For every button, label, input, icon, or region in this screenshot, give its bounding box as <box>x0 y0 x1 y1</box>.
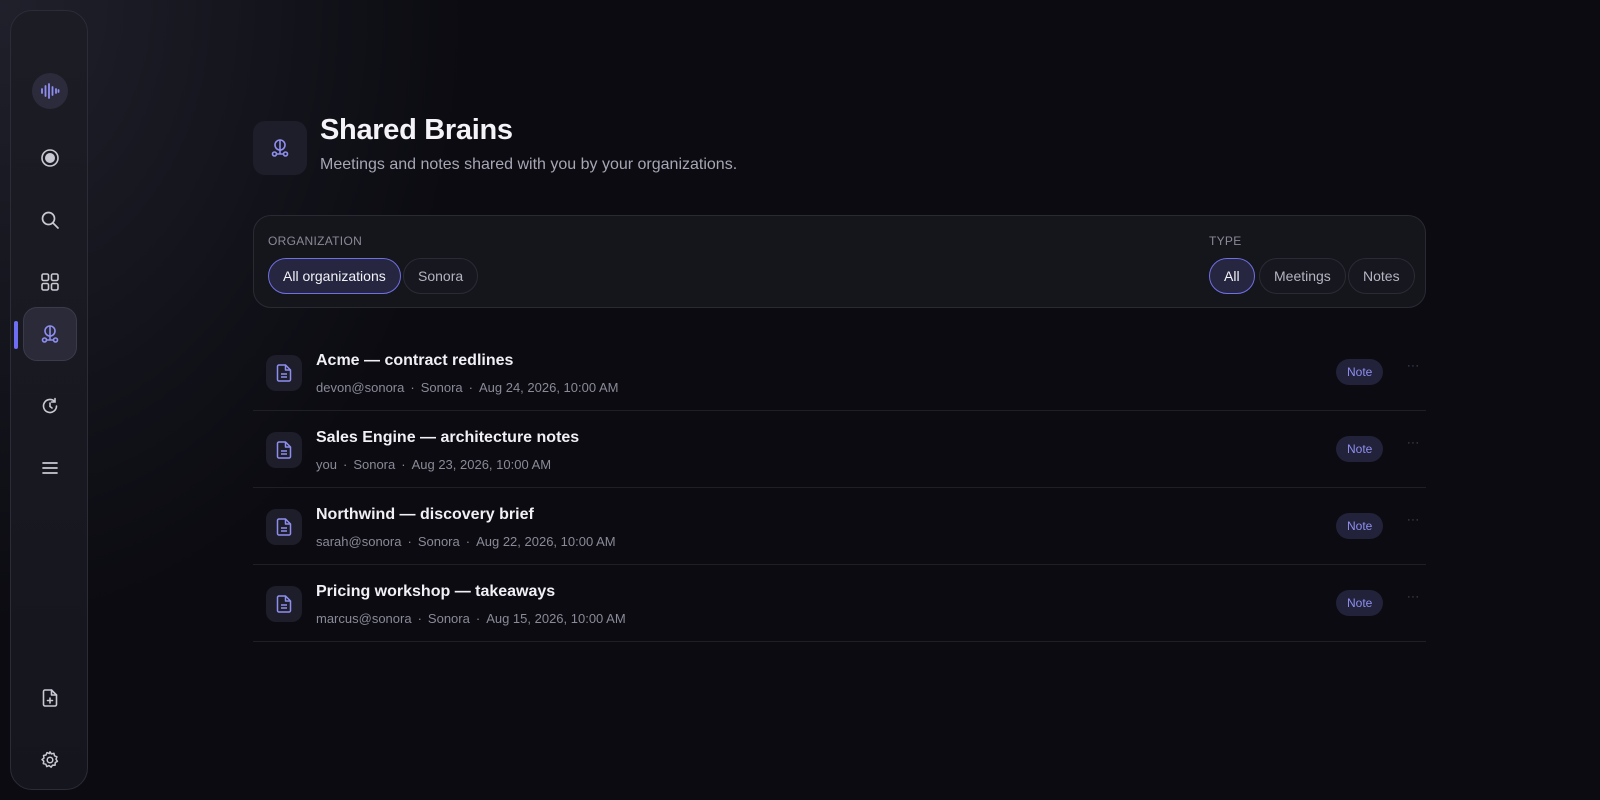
list-item[interactable]: Northwind — discovery brief sarah@sonora… <box>253 488 1426 565</box>
item-title[interactable]: Pricing workshop — takeaways <box>316 583 555 601</box>
list-item[interactable]: Sales Engine — architecture notes you · So… <box>253 411 1426 488</box>
item-author: devon@sonora <box>316 380 405 395</box>
more-options-button[interactable]: ··· <box>1407 514 1420 526</box>
nav-new-file[interactable] <box>23 671 77 725</box>
item-org: Sonora <box>420 380 463 395</box>
document-icon <box>266 355 302 391</box>
item-title[interactable]: Acme — contract redlines <box>316 352 513 370</box>
more-options-button[interactable]: ··· <box>1407 591 1420 603</box>
more-options-button[interactable]: ··· <box>1407 437 1420 449</box>
nav-shared-brains[interactable] <box>23 307 77 361</box>
grid-icon <box>41 273 59 291</box>
type-badge: Note <box>1336 513 1384 539</box>
type-filter-label: TYPE <box>1209 234 1242 248</box>
nav-settings[interactable] <box>23 733 77 787</box>
nav-menu[interactable] <box>23 441 77 495</box>
type-badge: Note <box>1336 590 1384 616</box>
item-author: you <box>316 457 337 472</box>
item-meta: sarah@sonora · Sonora · Aug 22, 2026, 10:00 … <box>316 534 616 549</box>
item-date: Aug 24, 2026, 10:00 AM <box>478 380 619 395</box>
item-title[interactable]: Sales Engine — architecture notes <box>316 429 579 447</box>
shared-brains-icon <box>271 139 289 157</box>
nav-refresh[interactable] <box>23 379 77 433</box>
record-icon <box>41 149 59 167</box>
sidebar <box>10 10 88 790</box>
filter-type-notes[interactable]: Notes <box>1348 258 1415 294</box>
item-date: Aug 23, 2026, 10:00 AM <box>411 457 552 472</box>
item-org: Sonora <box>427 611 470 626</box>
item-author: sarah@sonora <box>316 534 402 549</box>
document-icon <box>266 432 302 468</box>
search-icon <box>41 211 59 229</box>
document-icon <box>266 509 302 545</box>
item-meta: you · Sonora · Aug 23, 2026, 10:00 AM <box>316 457 552 472</box>
filter-panel: ORGANIZATION All organizations Sonora TY… <box>253 215 1426 308</box>
item-meta: marcus@sonora · Sonora · Aug 15, 2026, 10:00… <box>316 611 626 626</box>
list-item[interactable]: Pricing workshop — takeaways marcus@sono… <box>253 565 1426 642</box>
type-badge: Note <box>1336 359 1384 385</box>
nav-record[interactable] <box>23 131 77 185</box>
audio-wave-icon <box>41 83 60 99</box>
item-author: marcus@sonora <box>316 611 412 626</box>
filter-org-all[interactable]: All organizations <box>268 258 401 294</box>
filter-type-meetings[interactable]: Meetings <box>1259 258 1346 294</box>
nav-grid[interactable] <box>23 255 77 309</box>
list-item[interactable]: Acme — contract redlines devon@sonora · So… <box>253 334 1426 411</box>
shared-brains-header-icon <box>253 121 307 175</box>
item-title[interactable]: Northwind — discovery brief <box>316 506 534 524</box>
nav-search[interactable] <box>23 193 77 247</box>
menu-icon <box>42 462 58 474</box>
document-icon <box>266 586 302 622</box>
organization-filter-label: ORGANIZATION <box>268 234 363 248</box>
item-date: Aug 15, 2026, 10:00 AM <box>486 611 626 626</box>
page-title: Shared Brains <box>320 114 513 146</box>
settings-icon <box>41 751 59 768</box>
refresh-icon <box>42 397 58 414</box>
filter-org-sonora[interactable]: Sonora <box>403 258 479 294</box>
new-file-icon <box>42 689 58 707</box>
page-subtitle: Meetings and notes shared with you by yo… <box>320 156 738 173</box>
filter-type-all[interactable]: All <box>1209 258 1255 294</box>
more-options-button[interactable]: ··· <box>1407 360 1420 372</box>
item-org: Sonora <box>353 457 396 472</box>
app-logo[interactable] <box>32 73 68 109</box>
item-date: Aug 22, 2026, 10:00 AM <box>476 534 616 549</box>
item-meta: devon@sonora · Sonora · Aug 24, 2026, 10:00 … <box>316 380 619 395</box>
item-org: Sonora <box>417 534 460 549</box>
active-nav-indicator <box>14 321 18 349</box>
type-badge: Note <box>1336 436 1384 462</box>
shared-brains-icon <box>41 325 59 343</box>
